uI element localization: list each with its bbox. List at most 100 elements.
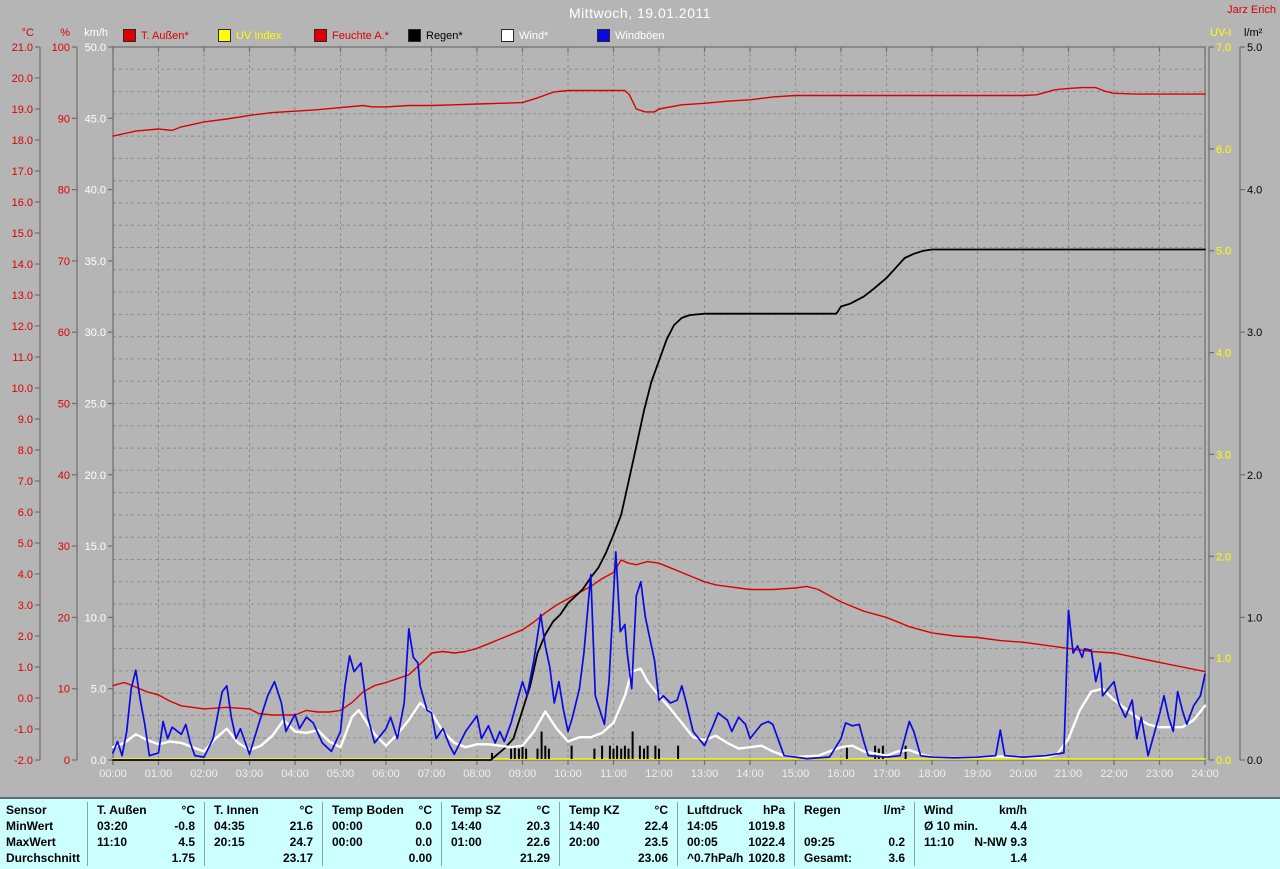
avg-time xyxy=(323,850,382,866)
svg-text:80: 80 xyxy=(58,185,70,197)
column-unit: °C xyxy=(181,803,195,817)
svg-text:2.0: 2.0 xyxy=(1247,470,1262,482)
table-cell: 11:10 4.5 xyxy=(87,834,204,850)
min-time xyxy=(795,818,855,834)
svg-text:25.0: 25.0 xyxy=(85,399,106,411)
avg-time xyxy=(88,850,146,866)
svg-text:15.0: 15.0 xyxy=(85,541,106,553)
svg-text:15:00: 15:00 xyxy=(782,768,810,780)
series-feuchtea-line xyxy=(112,86,1206,137)
table-cell: ^0.7hPa/h 1020.8 xyxy=(677,850,794,866)
table-cell: 14:40 20.3 xyxy=(441,818,559,834)
svg-text:17:00: 17:00 xyxy=(873,768,901,780)
svg-text:9.0: 9.0 xyxy=(18,414,33,426)
svg-text:50.0: 50.0 xyxy=(85,42,106,54)
column-name: Regen xyxy=(804,803,841,817)
svg-text:02:00: 02:00 xyxy=(190,768,218,780)
svg-text:-2.0: -2.0 xyxy=(14,755,33,767)
table-cell: 20:15 24.7 xyxy=(204,834,322,850)
svg-text:6.0: 6.0 xyxy=(18,507,33,519)
table-cell: 01:00 22.6 xyxy=(441,834,559,850)
svg-text:4.0: 4.0 xyxy=(1216,348,1231,360)
avg-value: 21.29 xyxy=(519,851,550,865)
svg-text:1.0: 1.0 xyxy=(1247,612,1262,624)
min-time: 14:40 xyxy=(451,819,482,833)
svg-text:19:00: 19:00 xyxy=(964,768,992,780)
svg-text:03:00: 03:00 xyxy=(236,768,264,780)
column-unit: °C xyxy=(418,803,432,817)
svg-text:22:00: 22:00 xyxy=(1100,768,1128,780)
max-time: 09:25 xyxy=(804,835,835,849)
table-cell: Gesamt: 3.6 xyxy=(794,850,914,866)
min-value xyxy=(855,818,915,834)
svg-text:30: 30 xyxy=(58,541,70,553)
svg-text:14.0: 14.0 xyxy=(12,259,33,271)
table-cell: T. Innen °C xyxy=(204,802,322,818)
table-row: Durchschnitt 1.75 23.17 0.00 21.29 23.06 ^0.7h… xyxy=(0,850,1280,866)
min-time: Ø 10 min. xyxy=(924,819,979,833)
table-cell: 0.00 xyxy=(322,850,441,866)
column-name: Temp KZ xyxy=(569,803,620,817)
column-unit: °C xyxy=(536,803,550,817)
avg-time: ^0.7hPa/h xyxy=(687,851,744,865)
svg-text:16.0: 16.0 xyxy=(12,197,33,209)
svg-text:20:00: 20:00 xyxy=(1009,768,1037,780)
svg-text:12.0: 12.0 xyxy=(12,321,33,333)
svg-text:90: 90 xyxy=(58,113,70,125)
table-cell: Temp KZ °C xyxy=(559,802,677,818)
column-name: Wind xyxy=(924,803,954,817)
svg-text:1.0: 1.0 xyxy=(18,662,33,674)
svg-text:08:00: 08:00 xyxy=(463,768,491,780)
svg-text:18.0: 18.0 xyxy=(12,135,33,147)
svg-text:23:00: 23:00 xyxy=(1146,768,1174,780)
max-time: 11:10 xyxy=(97,835,128,849)
svg-text:3.0: 3.0 xyxy=(18,600,33,612)
min-value: -0.8 xyxy=(174,819,195,833)
svg-text:35.0: 35.0 xyxy=(85,256,106,268)
max-time: 11:10 xyxy=(924,835,955,849)
table-row: MaxWert 11:10 4.5 20:15 24.7 00:00 0.0 01:00 22.… xyxy=(0,834,1280,850)
min-time: 14:40 xyxy=(569,819,600,833)
table-cell xyxy=(794,818,914,834)
svg-text:10.0: 10.0 xyxy=(12,383,33,395)
svg-text:3.0: 3.0 xyxy=(1216,449,1231,461)
svg-text:45.0: 45.0 xyxy=(85,113,106,125)
column-unit: °C xyxy=(299,803,313,817)
column-name: T. Außen xyxy=(97,803,147,817)
svg-text:20.0: 20.0 xyxy=(85,470,106,482)
svg-text:30.0: 30.0 xyxy=(85,327,106,339)
table-cell: 03:20 -0.8 xyxy=(87,818,204,834)
min-time: 04:35 xyxy=(214,819,245,833)
svg-text:13:00: 13:00 xyxy=(691,768,719,780)
table-cell: Luftdruck hPa xyxy=(677,802,794,818)
table-cell: 1.75 xyxy=(87,850,204,866)
svg-text:15.0: 15.0 xyxy=(12,228,33,240)
avg-time xyxy=(442,850,501,866)
svg-text:100: 100 xyxy=(52,42,70,54)
svg-text:11:00: 11:00 xyxy=(600,768,627,780)
svg-text:04:00: 04:00 xyxy=(281,768,309,780)
table-cell: 14:05 1019.8 xyxy=(677,818,794,834)
svg-text:06:00: 06:00 xyxy=(372,768,400,780)
table-cell: T. Außen °C xyxy=(87,802,204,818)
svg-text:0.0: 0.0 xyxy=(1216,755,1231,767)
table-row-label: MaxWert xyxy=(6,835,56,849)
svg-text:-1.0: -1.0 xyxy=(14,724,33,736)
min-time: 00:00 xyxy=(332,819,363,833)
table-row: MinWert 03:20 -0.8 04:35 21.6 00:00 0.0 14:40 20… xyxy=(0,818,1280,834)
svg-text:14:00: 14:00 xyxy=(736,768,764,780)
table-cell: 11:10 N-NW 9.3 xyxy=(914,834,1036,850)
table-cell: Ø 10 min. 4.4 xyxy=(914,818,1036,834)
avg-time xyxy=(560,850,619,866)
svg-text:0.0: 0.0 xyxy=(91,755,106,767)
table-cell: Temp SZ °C xyxy=(441,802,559,818)
svg-text:0.0: 0.0 xyxy=(18,693,33,705)
avg-value: 1020.8 xyxy=(748,851,785,865)
svg-text:12:00: 12:00 xyxy=(645,768,673,780)
column-name: Temp SZ xyxy=(451,803,501,817)
svg-text:8.0: 8.0 xyxy=(18,445,33,457)
column-name: Temp Boden xyxy=(332,803,404,817)
svg-text:21:00: 21:00 xyxy=(1055,768,1083,780)
svg-text:18:00: 18:00 xyxy=(918,768,946,780)
table-cell: 04:35 21.6 xyxy=(204,818,322,834)
